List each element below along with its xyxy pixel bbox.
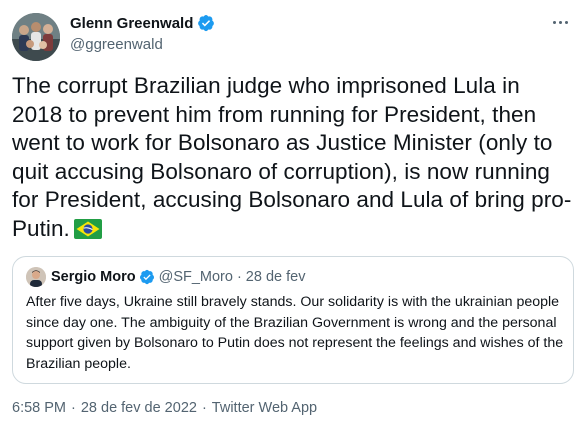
- person-avatar-icon: [26, 267, 46, 287]
- author-avatar[interactable]: [12, 13, 60, 61]
- group-photo-avatar-icon: [12, 13, 60, 61]
- quoted-separator: ·: [236, 269, 242, 285]
- quoted-author-avatar: [26, 267, 46, 287]
- quoted-tweet-text: After five days, Ukraine still bravely s…: [26, 294, 564, 372]
- tweet-metadata: 6:58 PM · 28 de fev de 2022 · Twitter We…: [12, 400, 317, 416]
- more-options-icon[interactable]: [546, 12, 574, 32]
- verified-badge-icon: [139, 269, 154, 285]
- tweet-card: Glenn Greenwald @ggreenwald The corrupt …: [0, 0, 586, 430]
- meta-separator: ·: [201, 400, 207, 416]
- author-name[interactable]: Glenn Greenwald: [70, 15, 193, 32]
- quoted-author-name: Sergio Moro: [51, 269, 136, 285]
- tweet-source[interactable]: Twitter Web App: [212, 400, 317, 416]
- verified-badge-icon: [198, 14, 215, 32]
- author-name-row: Glenn Greenwald: [70, 11, 215, 35]
- quoted-author-handle: @SF_Moro: [158, 269, 233, 285]
- quoted-tweet[interactable]: Sergio Moro @SF_Moro · 28 de fev After f…: [12, 256, 574, 384]
- quoted-tweet-header: Sergio Moro @SF_Moro · 28 de fev: [26, 267, 305, 287]
- meta-separator: ·: [71, 400, 76, 416]
- quoted-date: 28 de fev: [245, 269, 306, 285]
- tweet-date[interactable]: 28 de fev de 2022: [81, 400, 197, 416]
- tweet-text: The corrupt Brazilian judge who imprison…: [12, 73, 572, 241]
- author-info: Glenn Greenwald @ggreenwald: [70, 11, 215, 55]
- tweet-time[interactable]: 6:58 PM: [12, 400, 66, 416]
- author-handle[interactable]: @ggreenwald: [70, 35, 215, 55]
- brazil-flag-icon: [73, 218, 102, 239]
- tweet-text-container: The corrupt Brazilian judge who imprison…: [12, 72, 572, 243]
